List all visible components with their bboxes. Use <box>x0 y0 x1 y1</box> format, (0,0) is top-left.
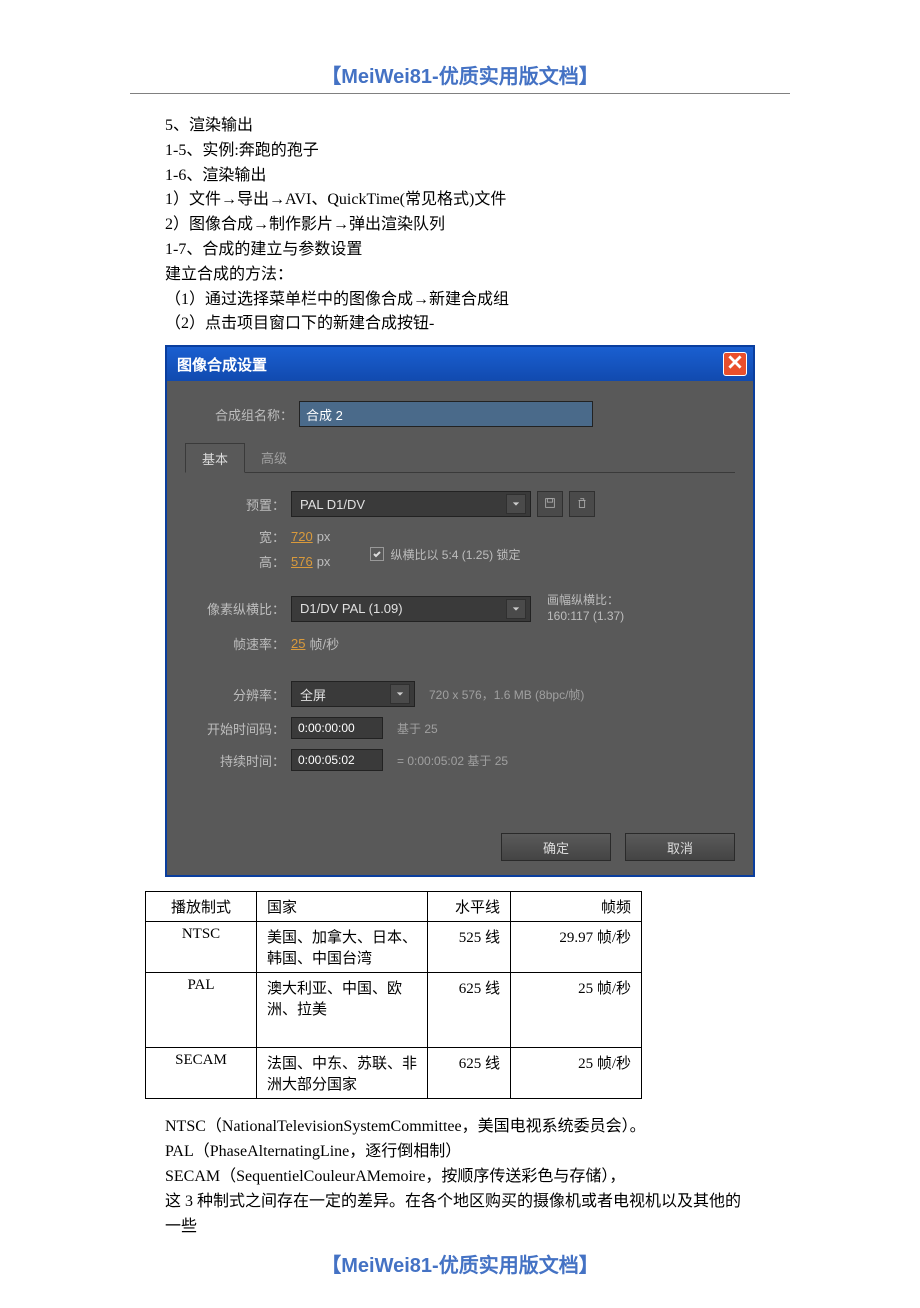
note-line: PAL（PhaseAlternatingLine，逐行倒相制） <box>165 1140 755 1165</box>
preset-value: PAL D1/DV <box>300 497 365 512</box>
par-value: D1/DV PAL (1.09) <box>300 601 403 616</box>
height-label: 高： <box>185 552 285 571</box>
tabs: 基本 高级 <box>185 443 735 473</box>
par-label: 像素纵横比： <box>185 599 285 618</box>
body-line: 建立合成的方法： <box>165 263 755 288</box>
start-timecode-label: 开始时间码： <box>185 719 285 738</box>
resolution-hint: 720 x 576，1.6 MB (8bpc/帧) <box>429 686 584 703</box>
table-row: NTSC 美国、加拿大、日本、韩国、中国台湾 525 线 29.97 帧/秒 <box>146 922 642 973</box>
th-lines: 水平线 <box>428 892 511 922</box>
page-header: 【MeiWei81-优质实用版文档】 <box>0 60 920 89</box>
duration-input[interactable]: 0:00:05:02 <box>291 749 383 771</box>
body-line: （2）点击项目窗口下的新建合成按钮- <box>165 312 755 337</box>
lock-aspect-label: 纵横比以 5:4 (1.25) 锁定 <box>390 546 520 563</box>
duration-hint: = 0:00:05:02 基于 25 <box>397 752 508 769</box>
body-line: 1）文件→导出→AVI、QuickTime(常见格式)文件 <box>165 188 755 213</box>
body-line: （1）通过选择菜单栏中的图像合成→新建合成组 <box>165 288 755 313</box>
format-table: 播放制式 国家 水平线 帧频 NTSC 美国、加拿大、日本、韩国、中国台湾 52… <box>145 891 642 1099</box>
fps-unit: 帧/秒 <box>309 634 339 653</box>
body-line: 2）图像合成→制作影片→弹出渲染队列 <box>165 213 755 238</box>
preset-label: 预置： <box>185 495 285 514</box>
fps-input[interactable]: 25 <box>291 636 305 651</box>
body-line: 5、渲染输出 <box>165 114 755 139</box>
fps-label: 帧速率： <box>185 634 285 653</box>
frame-aspect-readout: 画幅纵横比： 160:117 (1.37) <box>547 593 624 624</box>
note-line: NTSC（NationalTelevisionSystemCommittee，美… <box>165 1115 755 1140</box>
body-line: 1-5、实例:奔跑的孢子 <box>165 139 755 164</box>
comp-name-input[interactable]: 合成 2 <box>299 401 593 427</box>
px-unit: px <box>317 554 331 569</box>
trash-icon <box>575 496 589 513</box>
th-format: 播放制式 <box>146 892 257 922</box>
delete-preset-button[interactable] <box>569 491 595 517</box>
th-freq: 帧频 <box>511 892 642 922</box>
note-line: 这 3 种制式之间存在一定的差异。在各个地区购买的摄像机或者电视机以及其他的一些 <box>165 1190 755 1240</box>
note-line: SECAM（SequentielCouleurAMemoire，按顺序传送彩色与… <box>165 1165 755 1190</box>
cancel-button[interactable]: 取消 <box>625 833 735 861</box>
body-line: 1-7、合成的建立与参数设置 <box>165 238 755 263</box>
composition-settings-dialog: 图像合成设置 合成组名称： 合成 2 基本 高级 预置： <box>165 345 755 877</box>
save-icon <box>543 496 557 513</box>
tab-basic[interactable]: 基本 <box>185 443 245 473</box>
dialog-titlebar[interactable]: 图像合成设置 <box>167 347 753 381</box>
header-rule <box>130 93 790 94</box>
tab-advanced[interactable]: 高级 <box>245 443 303 472</box>
table-header-row: 播放制式 国家 水平线 帧频 <box>146 892 642 922</box>
chevron-down-icon <box>506 599 526 619</box>
checkbox-icon <box>370 547 384 561</box>
duration-label: 持续时间： <box>185 751 285 770</box>
height-input[interactable]: 576 <box>291 554 313 569</box>
preset-dropdown[interactable]: PAL D1/DV <box>291 491 531 517</box>
chevron-down-icon <box>506 494 526 514</box>
start-timecode-hint: 基于 25 <box>397 720 438 737</box>
comp-name-label: 合成组名称： <box>185 405 293 424</box>
chevron-down-icon <box>390 684 410 704</box>
start-timecode-input[interactable]: 0:00:00:00 <box>291 717 383 739</box>
close-icon <box>728 355 742 374</box>
resolution-label: 分辨率： <box>185 685 285 704</box>
lock-aspect-checkbox[interactable]: 纵横比以 5:4 (1.25) 锁定 <box>370 546 520 563</box>
close-button[interactable] <box>723 352 747 376</box>
width-input[interactable]: 720 <box>291 529 313 544</box>
resolution-value: 全屏 <box>300 685 326 704</box>
px-unit: px <box>317 529 331 544</box>
dialog-title: 图像合成设置 <box>177 354 267 375</box>
body-line: 1-6、渲染输出 <box>165 164 755 189</box>
page-footer: 【MeiWei81-优质实用版文档】 <box>0 1249 920 1278</box>
par-dropdown[interactable]: D1/DV PAL (1.09) <box>291 596 531 622</box>
table-row: PAL 澳大利亚、中国、欧洲、拉美 625 线 25 帧/秒 <box>146 973 642 1048</box>
table-row: SECAM 法国、中东、苏联、非洲大部分国家 625 线 25 帧/秒 <box>146 1048 642 1099</box>
resolution-dropdown[interactable]: 全屏 <box>291 681 415 707</box>
th-country: 国家 <box>257 892 428 922</box>
width-label: 宽： <box>185 527 285 546</box>
ok-button[interactable]: 确定 <box>501 833 611 861</box>
save-preset-button[interactable] <box>537 491 563 517</box>
